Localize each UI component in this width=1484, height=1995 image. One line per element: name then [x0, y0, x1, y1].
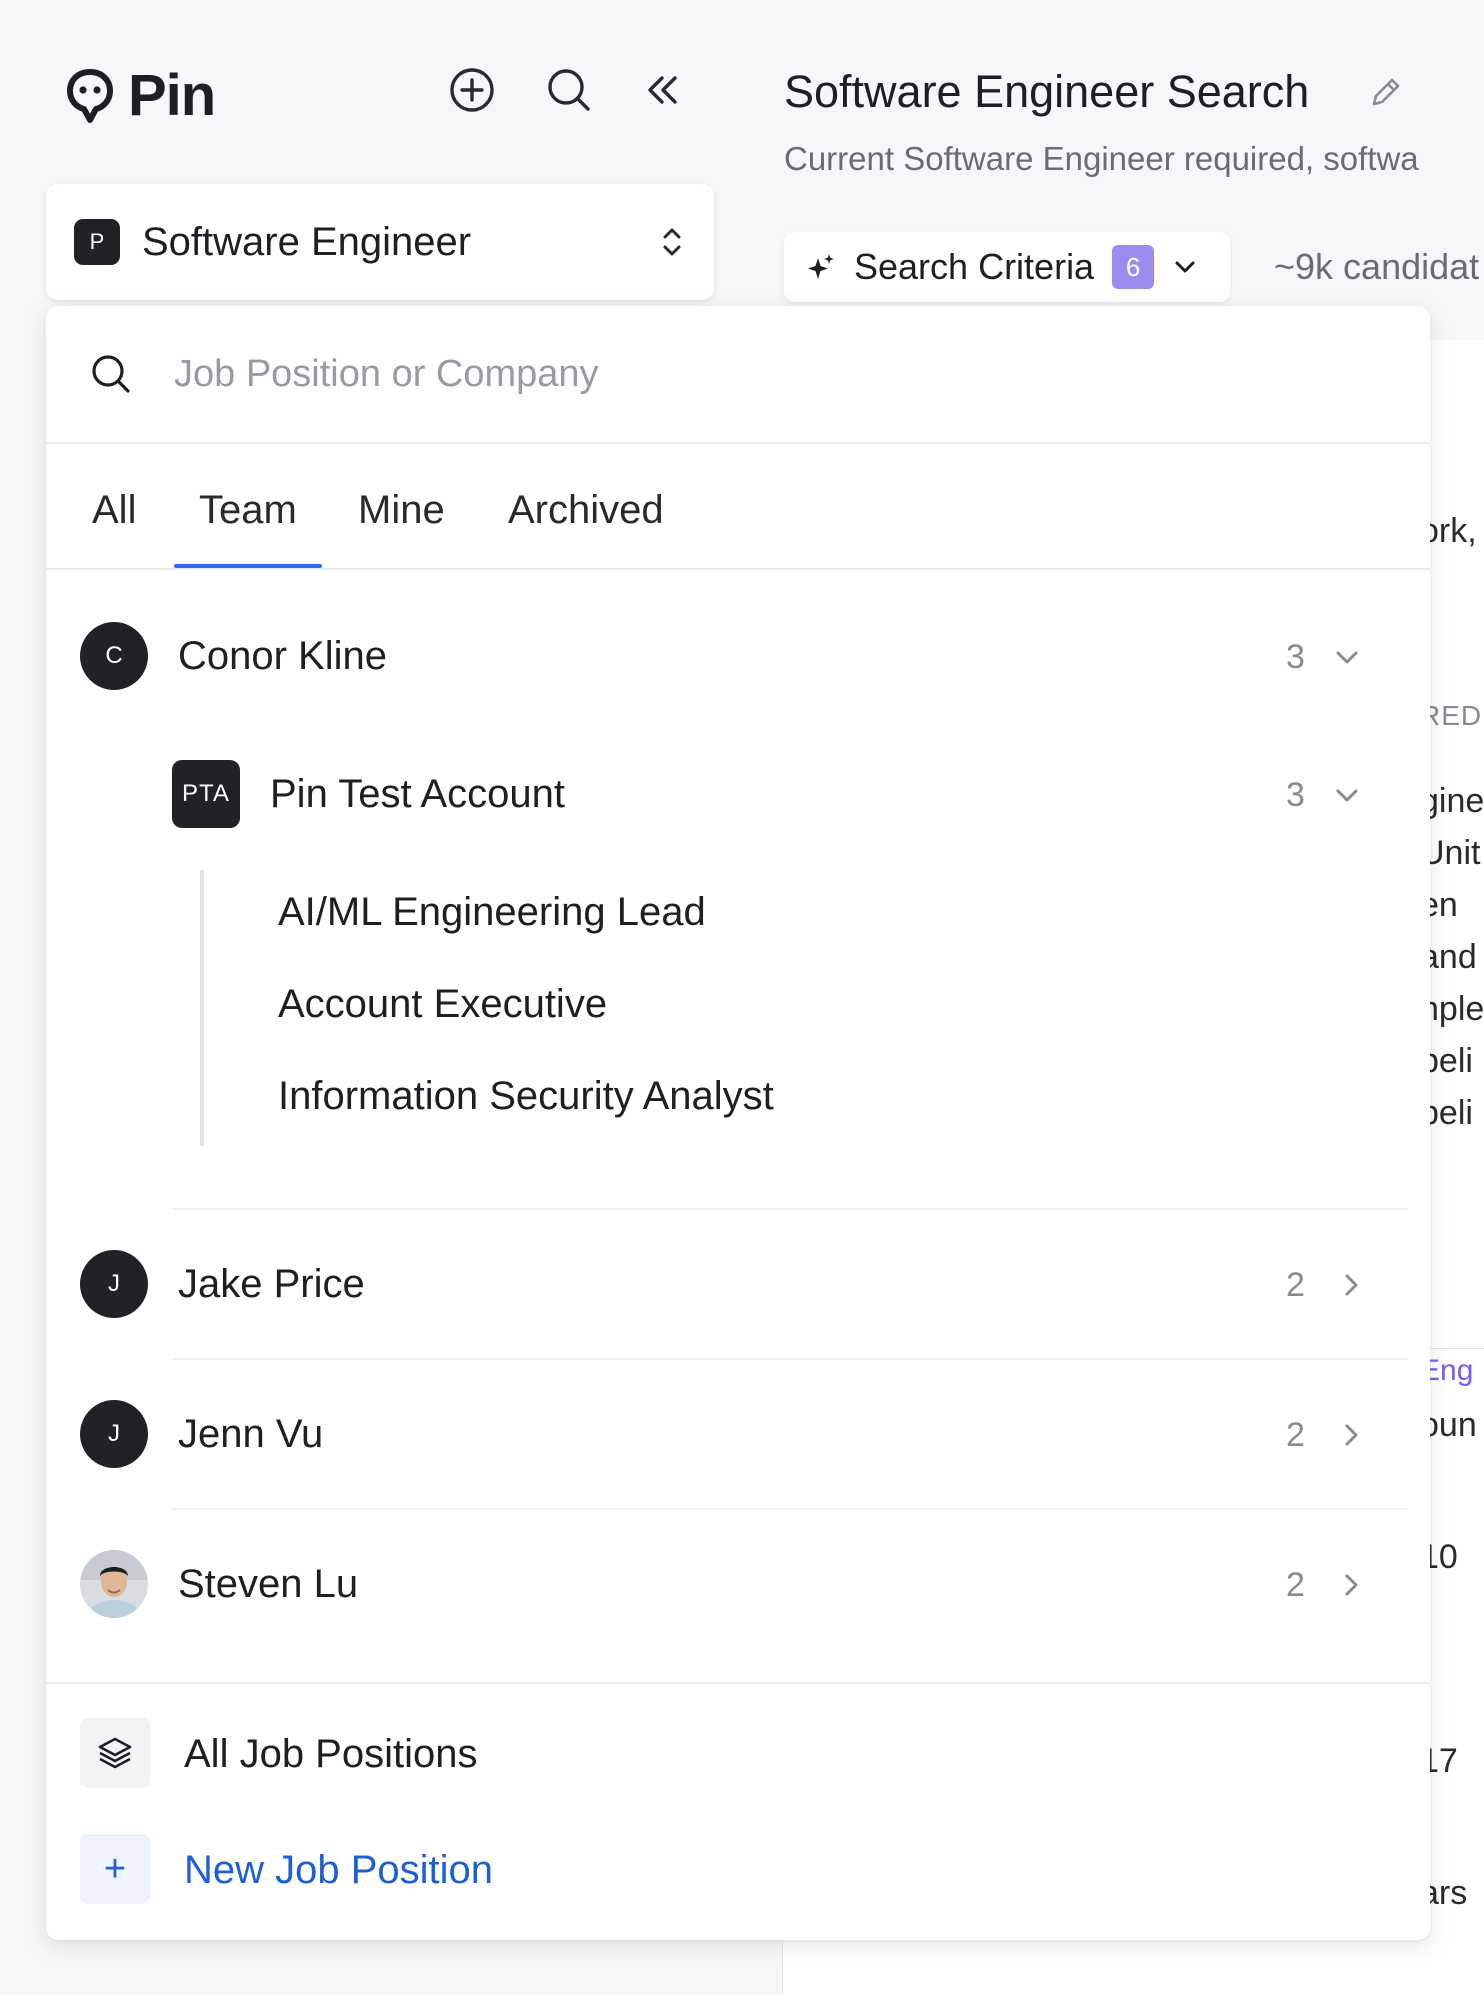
- page-subtitle: Current Software Engineer required, soft…: [784, 140, 1419, 177]
- workspace-badge: P: [74, 219, 120, 265]
- all-job-positions-label: All Job Positions: [184, 1732, 478, 1776]
- row-divider: [172, 1508, 1408, 1510]
- chevron-up-down-icon: [663, 228, 681, 256]
- layers-icon: [98, 1737, 132, 1769]
- chevron-right-icon[interactable]: [1336, 1270, 1366, 1300]
- dropdown-search: [46, 306, 1430, 444]
- person-name: Jenn Vu: [178, 1412, 324, 1456]
- chevron-right-icon[interactable]: [1336, 1420, 1366, 1450]
- avatar-photo: [80, 1550, 148, 1618]
- avatar: C: [80, 622, 148, 690]
- search-icon: [92, 355, 130, 393]
- person-name: Conor Kline: [178, 634, 388, 678]
- chevron-down-icon: [1175, 261, 1195, 273]
- avatar: J: [80, 1400, 148, 1468]
- pencil-icon[interactable]: [1368, 74, 1404, 110]
- workspace-title: Software Engineer: [142, 219, 472, 264]
- plus-icon-box: +: [80, 1834, 150, 1904]
- double-chevron-left-icon[interactable]: [642, 70, 682, 110]
- app-logo[interactable]: Pin: [66, 62, 216, 129]
- position-count: 3: [1286, 638, 1305, 676]
- tab-mine[interactable]: Mine: [358, 488, 445, 533]
- chevron-right-icon[interactable]: [1336, 1570, 1366, 1600]
- search-icon[interactable]: [546, 67, 592, 113]
- tab-team[interactable]: Team: [199, 488, 297, 533]
- criteria-count-badge: 6: [1112, 245, 1155, 289]
- row-divider: [172, 1358, 1408, 1360]
- page-title: Software Engineer Search: [784, 66, 1310, 117]
- filter-tabs: All Team Mine Archived: [46, 444, 1430, 570]
- position-count: 2: [1286, 1416, 1305, 1454]
- candidate-count: ~9k candidat: [1274, 246, 1480, 287]
- chevron-down-icon[interactable]: [1332, 780, 1362, 810]
- position-count: 2: [1286, 1566, 1305, 1604]
- logo-icon: [67, 68, 113, 123]
- layers-icon-box: [80, 1718, 150, 1788]
- new-job-position-label: New Job Position: [184, 1848, 494, 1892]
- position-count: 3: [1286, 776, 1305, 814]
- position-count: 2: [1286, 1266, 1305, 1304]
- row-divider: [172, 1208, 1408, 1210]
- person-name: Jake Price: [178, 1262, 365, 1306]
- search-input[interactable]: [174, 352, 1274, 396]
- active-tab-indicator: [174, 564, 322, 568]
- search-criteria-button[interactable]: Search Criteria 6: [784, 232, 1230, 302]
- search-criteria-label: Search Criteria: [854, 246, 1095, 287]
- plus-icon: +: [103, 1848, 127, 1890]
- sparkle-icon: [808, 254, 834, 279]
- job-item-account-executive[interactable]: Account Executive: [278, 982, 607, 1027]
- plus-circle-icon[interactable]: [448, 66, 496, 114]
- job-position-dropdown: All Team Mine Archived C Conor Kline 3 P…: [46, 306, 1430, 1940]
- footer-divider: [46, 1682, 1430, 1684]
- app-name: Pin: [128, 63, 216, 128]
- avatar: J: [80, 1250, 148, 1318]
- tab-archived[interactable]: Archived: [508, 488, 664, 533]
- person-name: Steven Lu: [178, 1562, 359, 1606]
- tab-all[interactable]: All: [92, 488, 136, 533]
- top-actions: [448, 66, 682, 114]
- job-item-ai-ml-engineering-lead[interactable]: AI/ML Engineering Lead: [278, 890, 706, 935]
- tree-connector: [200, 870, 204, 1146]
- chevron-down-icon[interactable]: [1332, 642, 1362, 672]
- job-item-information-security-analyst[interactable]: Information Security Analyst: [278, 1074, 774, 1119]
- background-divider: [1424, 1348, 1484, 1349]
- workspace-selector[interactable]: P Software Engineer: [46, 184, 714, 300]
- account-badge: PTA: [172, 760, 240, 828]
- account-name: Pin Test Account: [270, 772, 565, 816]
